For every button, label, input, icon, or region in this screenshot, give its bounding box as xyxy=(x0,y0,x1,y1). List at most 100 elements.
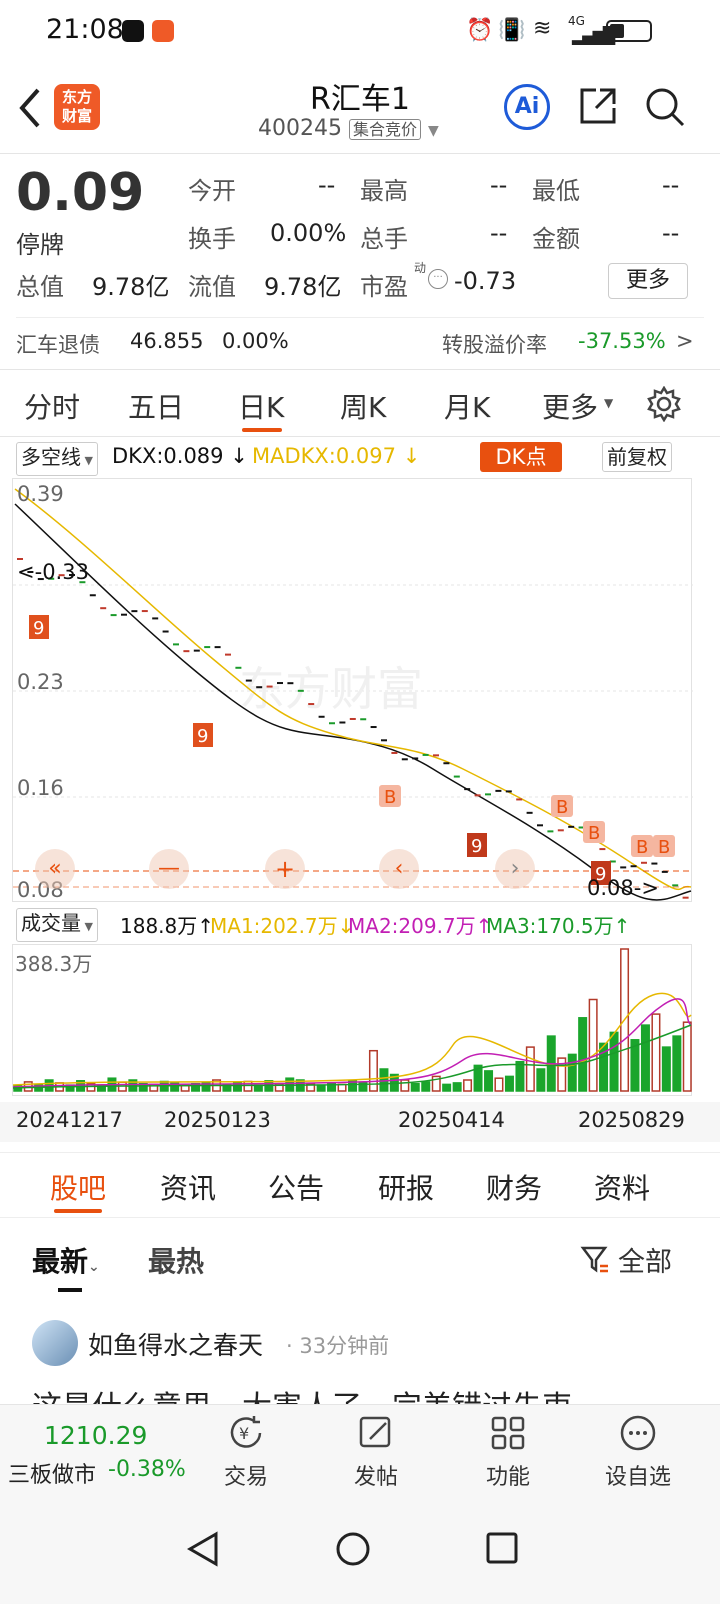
volume-bar xyxy=(316,1084,326,1092)
high-value: -- xyxy=(490,171,508,199)
scroll-right-button[interactable]: › xyxy=(495,849,535,889)
trade-button[interactable]: ¥ 交易 xyxy=(206,1413,286,1491)
tab-more[interactable]: 更多 xyxy=(542,386,598,426)
index-value[interactable]: 1210.29 xyxy=(44,1421,147,1450)
post-username[interactable]: 如鱼得水之春天 xyxy=(88,1326,263,1362)
amount-value: -- xyxy=(662,219,680,247)
dkx-value: DKX:0.089 ↓ xyxy=(112,444,248,468)
sort-latest[interactable]: 最新⌄ xyxy=(32,1240,100,1280)
float-cap-value: 9.78亿 xyxy=(264,273,342,301)
chevron-down-icon[interactable]: ▼ xyxy=(428,123,439,139)
volume-bar xyxy=(640,1024,650,1092)
y-label-2: 0.23 xyxy=(17,670,64,694)
adjust-button[interactable]: 前复权 xyxy=(602,442,672,472)
volume-chart[interactable]: 388.3万 xyxy=(12,944,692,1096)
volume-bar xyxy=(567,1053,577,1092)
low-label: 最低 xyxy=(532,177,580,205)
tab-monthly-k[interactable]: 月K xyxy=(444,386,490,426)
tab-announcements[interactable]: 公告 xyxy=(268,1167,324,1207)
volume-bar xyxy=(494,1077,504,1092)
amount-label: 金额 xyxy=(532,225,580,253)
zoom-in-button[interactable]: + xyxy=(265,849,305,889)
nav-recents-icon[interactable] xyxy=(484,1530,520,1566)
divider xyxy=(16,317,704,318)
price-chart[interactable]: 东方财富 B B B B B 9 9 9 9 0.39 <-0.33 0.23 … xyxy=(12,478,693,902)
volume-svg: 388.3万 xyxy=(12,948,692,1092)
period-tabs: 分时 五日 日K 周K 月K 更多 ▼ xyxy=(0,370,720,436)
post-item[interactable]: 如鱼得水之春天 · 33分钟前 这是什么意思，大害人了，完美错过先吏 xyxy=(0,1300,720,1404)
volume-bar xyxy=(442,1083,452,1092)
volume-bar xyxy=(463,1079,473,1092)
pe-label: 市盈 xyxy=(360,273,408,301)
tab-finance[interactable]: 财务 xyxy=(486,1167,542,1207)
add-watchlist-button[interactable]: 设自选 xyxy=(598,1413,678,1491)
kline-svg: 东方财富 B B B B B 9 9 9 9 0.39 <-0.33 0.23 … xyxy=(13,482,693,902)
date-label-3: 20250829 xyxy=(578,1108,685,1132)
more-circle-icon xyxy=(620,1415,656,1451)
index-name[interactable]: 三板做市 xyxy=(8,1457,96,1489)
low-value: -- xyxy=(662,171,680,199)
volume-bar xyxy=(400,1079,410,1092)
nine-markers: 9 9 9 9 xyxy=(29,615,611,885)
volume-indicator-row: 成交量 ▼ 188.8万↑ MA1:202.7万↓ MA2:209.7万↑ MA… xyxy=(0,906,720,942)
ai-button[interactable]: Ai xyxy=(504,84,550,130)
buy-marker: B xyxy=(588,823,600,844)
nav-back-icon[interactable] xyxy=(186,1530,222,1568)
y-label-3: 0.16 xyxy=(17,776,64,800)
wifi-icon: ≋ xyxy=(533,16,552,41)
tiktok-icon xyxy=(122,20,144,42)
filter-label[interactable]: 全部 xyxy=(618,1240,672,1279)
tab-active-underline xyxy=(54,1209,102,1213)
volume-bar xyxy=(536,1068,546,1092)
indicator-select[interactable]: 多空线 ▼ xyxy=(16,442,98,476)
post-button[interactable]: 发帖 xyxy=(336,1413,416,1491)
more-button[interactable]: 更多 xyxy=(608,263,688,299)
date-label-2: 20250414 xyxy=(398,1108,505,1132)
dk-point-button[interactable]: DK点 xyxy=(480,442,562,472)
volume-bar xyxy=(504,1075,514,1092)
tab-weekly-k[interactable]: 周K xyxy=(340,386,386,426)
tab-guba[interactable]: 股吧 xyxy=(50,1167,106,1207)
nine-marker: 9 xyxy=(33,618,44,639)
search-icon[interactable] xyxy=(644,86,686,128)
tab-intraday[interactable]: 分时 xyxy=(24,386,80,426)
filter-icon[interactable] xyxy=(580,1244,610,1274)
scroll-left-fast-button[interactable]: « xyxy=(35,849,75,889)
nav-home-icon[interactable] xyxy=(334,1530,372,1568)
post-text[interactable]: 这是什么意思，大害人了，完美错过先吏 xyxy=(32,1382,572,1404)
tab-research[interactable]: 研报 xyxy=(378,1167,434,1207)
buy-marker: B xyxy=(384,787,396,808)
more-dots-icon[interactable]: ··· xyxy=(428,269,448,289)
share-icon[interactable] xyxy=(578,86,618,126)
section-tabs: 股吧 资讯 公告 研报 财务 资料 xyxy=(0,1152,720,1218)
trade-label: 交易 xyxy=(223,1465,268,1490)
buy-marker: B xyxy=(636,837,648,858)
zoom-out-button[interactable]: — xyxy=(149,849,189,889)
volume-bar xyxy=(588,998,598,1092)
chevron-down-icon: ⌄ xyxy=(88,1259,100,1275)
tab-five-day[interactable]: 五日 xyxy=(128,386,184,426)
volume-bar xyxy=(525,1046,535,1092)
functions-button[interactable]: 功能 xyxy=(468,1413,548,1491)
scroll-left-button[interactable]: ‹ xyxy=(379,849,419,889)
post-time: · 33分钟前 xyxy=(286,1334,390,1358)
avatar[interactable] xyxy=(32,1320,78,1366)
bond-name[interactable]: 汇车退债 xyxy=(16,329,100,359)
volume-bar xyxy=(651,1013,661,1092)
sort-hot[interactable]: 最热 xyxy=(148,1240,204,1280)
functions-label: 功能 xyxy=(485,1465,530,1490)
volume-max-label: 388.3万 xyxy=(15,952,92,976)
volume-select[interactable]: 成交量 ▼ xyxy=(16,908,98,942)
candles xyxy=(17,558,689,899)
settings-gear-icon[interactable] xyxy=(646,386,682,422)
auction-tag: 集合竞价 xyxy=(348,119,421,140)
premium-chevron-icon[interactable]: > xyxy=(676,329,694,353)
tab-daily-k[interactable]: 日K xyxy=(238,386,284,426)
tab-profile[interactable]: 资料 xyxy=(594,1167,650,1207)
bond-change: 0.00% xyxy=(222,329,289,353)
system-nav-bar xyxy=(0,1496,720,1604)
tab-news[interactable]: 资讯 xyxy=(160,1167,216,1207)
open-value: -- xyxy=(318,171,336,199)
premium-value: -37.53% xyxy=(578,329,666,353)
premium-label[interactable]: 转股溢价率 xyxy=(442,329,547,359)
